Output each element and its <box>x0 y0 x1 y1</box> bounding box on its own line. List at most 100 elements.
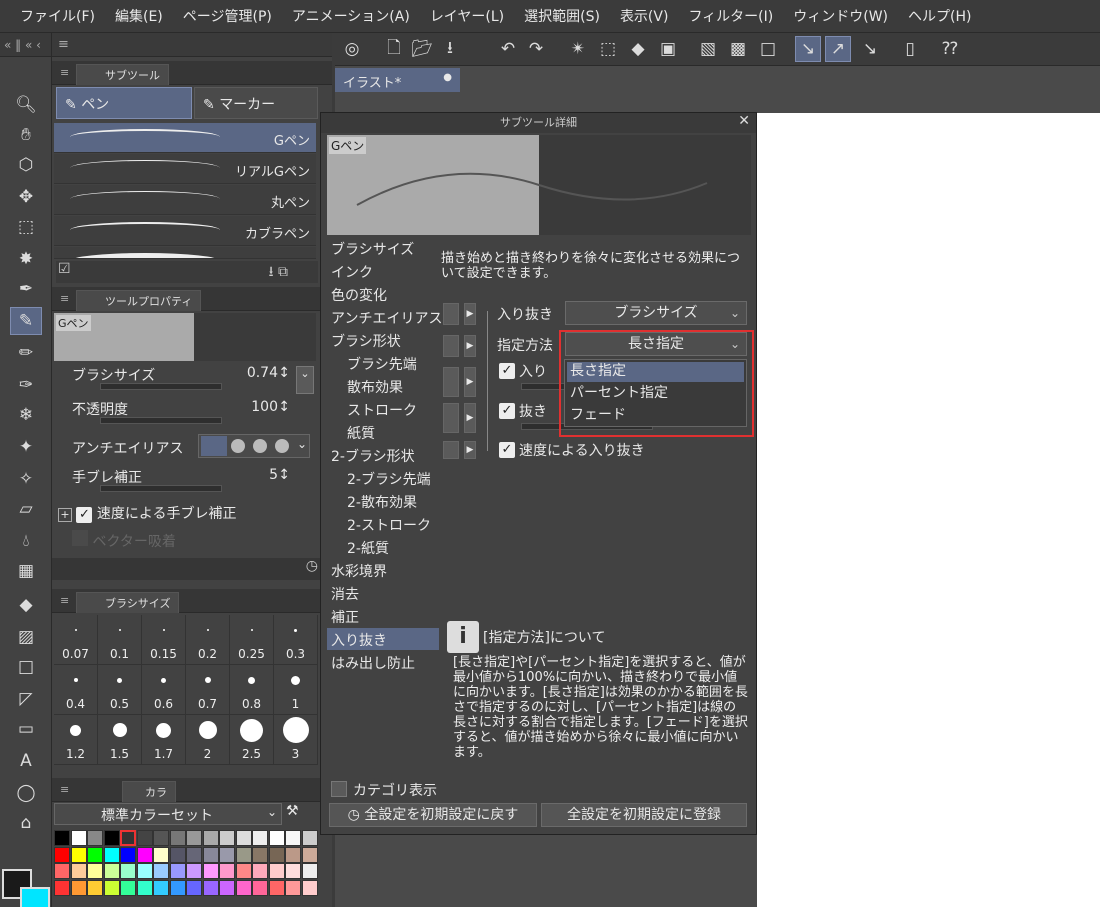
color-swatch[interactable] <box>219 879 235 896</box>
color-swatch[interactable] <box>120 830 136 846</box>
color-swatch[interactable] <box>219 846 235 863</box>
category-item[interactable]: ブラシ形状 <box>327 329 439 351</box>
color-swatch[interactable] <box>186 830 202 846</box>
color-swatch[interactable] <box>235 879 252 896</box>
color-swatch[interactable] <box>54 830 70 846</box>
open-file-icon[interactable]: 📂︎ <box>409 36 435 62</box>
vector-snap-checkbox[interactable] <box>72 530 88 546</box>
subtool-settings-icon[interactable]: ☑ <box>58 261 71 277</box>
category-item[interactable]: インク <box>327 260 439 282</box>
brush-size-slider[interactable] <box>100 383 222 390</box>
color-swatch[interactable] <box>285 863 301 879</box>
category-item[interactable]: 2-散布効果 <box>327 490 439 512</box>
color-swatch[interactable] <box>70 863 87 879</box>
undo-icon[interactable]: ↶ <box>495 36 521 62</box>
color-swatch[interactable] <box>136 879 153 896</box>
color-swatch[interactable] <box>301 863 318 879</box>
brush-size-cell[interactable]: 2.5 <box>230 715 274 765</box>
color-swatch[interactable] <box>268 846 285 863</box>
color-swatch[interactable] <box>219 830 235 846</box>
color-swatch[interactable] <box>235 863 252 879</box>
color-swatch[interactable] <box>268 879 285 896</box>
eraser-icon[interactable]: ▱ <box>10 495 42 523</box>
color-swatch[interactable] <box>136 846 153 863</box>
color-swatch[interactable] <box>285 846 301 863</box>
pressure-toggle[interactable]: ⌄ <box>296 366 314 394</box>
category-item[interactable]: アンチエイリアス <box>327 306 442 328</box>
category-item[interactable]: 色の変化 <box>327 283 439 305</box>
stepper-icon[interactable]: ↕ <box>278 467 290 483</box>
color-swatch[interactable] <box>169 863 186 879</box>
menu-selection[interactable]: 選択範囲(S) <box>514 6 610 26</box>
color-swatch[interactable] <box>252 830 268 846</box>
pen-item-gpen[interactable]: Gペン <box>54 123 316 153</box>
aa-none-option[interactable] <box>201 436 227 456</box>
pressure-toggle[interactable] <box>443 303 459 325</box>
color-swatch[interactable] <box>136 830 153 846</box>
colorset-select[interactable]: 標準カラーセット ⌄ <box>54 803 282 825</box>
opacity-slider[interactable] <box>100 417 222 424</box>
color-swatch[interactable] <box>235 846 252 863</box>
pressure-toggle[interactable] <box>443 403 459 433</box>
aa-strong-option[interactable] <box>275 439 289 453</box>
color-swatch[interactable] <box>169 846 186 863</box>
marker-group-button[interactable]: ✎ マーカー <box>194 87 318 119</box>
pencil-icon[interactable]: ✏ <box>10 339 42 367</box>
nuki-checkbox[interactable]: ✓ <box>499 403 515 419</box>
app-logo-icon[interactable]: ◎ <box>339 36 365 62</box>
balloon-icon[interactable]: ◯ <box>10 779 42 807</box>
brush-size-cell[interactable]: 0.15 <box>142 615 186 665</box>
color-swatch[interactable] <box>252 846 268 863</box>
brush-size-cell[interactable]: 0.07 <box>54 615 98 665</box>
brush-size-cell[interactable]: 0.2 <box>186 615 230 665</box>
menu-filter[interactable]: フィルター(I) <box>678 6 783 26</box>
wrench-icon[interactable]: ◷ <box>306 558 318 574</box>
menu-page[interactable]: ページ管理(P) <box>173 6 282 26</box>
clear-icon[interactable]: ⬚ <box>595 36 621 62</box>
brush-size-cell[interactable]: 0.5 <box>98 665 142 715</box>
auto-select-icon[interactable]: ✸ <box>10 245 42 273</box>
color-swatch[interactable] <box>268 863 285 879</box>
color-swatch[interactable] <box>70 846 87 863</box>
color-swatch[interactable] <box>103 846 120 863</box>
sub-color-chip[interactable] <box>20 887 50 907</box>
grip-icon[interactable]: ≡ <box>60 66 69 79</box>
color-swatch[interactable] <box>103 830 120 846</box>
color-swatch[interactable] <box>120 879 136 896</box>
color-swatch[interactable] <box>103 879 120 896</box>
color-swatch[interactable] <box>87 863 103 879</box>
pressure-toggle[interactable] <box>443 441 459 459</box>
decoration-icon[interactable]: ✦ <box>10 433 42 461</box>
move-icon[interactable]: ✥ <box>10 183 42 211</box>
category-item[interactable]: ブラシ先端 <box>327 352 439 374</box>
help-icon[interactable]: ⁇ <box>937 36 963 62</box>
menu-animation[interactable]: アニメーション(A) <box>282 6 420 26</box>
save-icon[interactable]: ⭳ <box>437 36 463 62</box>
color-swatch[interactable] <box>202 879 219 896</box>
pen-item-mili[interactable] <box>54 247 316 259</box>
smartphone-icon[interactable]: ▯ <box>897 36 923 62</box>
color-swatch[interactable] <box>54 879 70 896</box>
menu-window[interactable]: ウィンドウ(W) <box>783 6 898 26</box>
color-swatch[interactable] <box>153 863 169 879</box>
brush-size-cell[interactable]: 1.2 <box>54 715 98 765</box>
toolprop-tab[interactable]: ツールプロパティ <box>76 290 202 311</box>
document-tab[interactable]: イラスト* ● <box>335 68 460 92</box>
loading-icon[interactable]: ✴ <box>565 36 591 62</box>
category-item[interactable]: 消去 <box>327 582 439 604</box>
subtool-tab[interactable]: サブツール <box>76 64 169 85</box>
category-item[interactable]: 2-ブラシ先端 <box>327 467 439 489</box>
brush-size-cell[interactable]: 0.7 <box>186 665 230 715</box>
category-item[interactable]: ストローク <box>327 398 439 420</box>
color-swatch[interactable] <box>120 863 136 879</box>
grip-icon[interactable]: ≡ <box>60 594 69 607</box>
menu-view[interactable]: 表示(V) <box>610 6 679 26</box>
aa-selector[interactable]: ⌄ <box>198 434 310 458</box>
stepper-icon[interactable]: ↕ <box>278 365 290 381</box>
color-swatch[interactable] <box>136 863 153 879</box>
figure-icon[interactable]: □ <box>10 653 42 681</box>
color-swatch[interactable] <box>87 846 103 863</box>
color-swatch[interactable] <box>103 863 120 879</box>
category-item[interactable]: 紙質 <box>327 421 439 443</box>
pressure-toggle[interactable] <box>443 335 459 357</box>
